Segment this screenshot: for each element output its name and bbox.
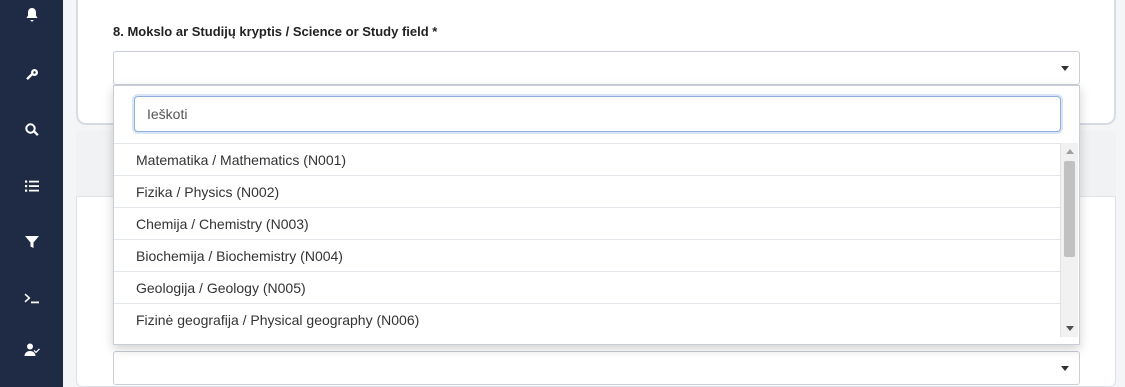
scroll-down-icon[interactable] — [1066, 326, 1074, 331]
scroll-thumb[interactable] — [1064, 161, 1075, 257]
list-item[interactable]: Fizika / Physics (N002) — [114, 175, 1062, 207]
chevron-down-icon — [1061, 366, 1069, 371]
list-item[interactable]: Fizinė geografija / Physical geography (… — [114, 303, 1062, 335]
list-item[interactable]: Geologija / Geology (N005) — [114, 271, 1062, 303]
study-field-select[interactable] — [113, 51, 1080, 85]
filter-icon[interactable] — [0, 222, 63, 262]
bell-icon[interactable] — [0, 0, 63, 30]
chevron-down-icon — [1061, 66, 1069, 71]
terminal-icon[interactable] — [0, 278, 63, 318]
select-dropdown: Matematika / Mathematics (N001) Fizika /… — [113, 85, 1080, 345]
list-item[interactable]: Chemija / Chemistry (N003) — [114, 207, 1062, 239]
secondary-select[interactable] — [113, 351, 1080, 385]
user-check-icon[interactable] — [0, 330, 63, 370]
sidebar — [0, 0, 63, 387]
list-icon[interactable] — [0, 166, 63, 206]
scroll-up-icon[interactable] — [1066, 149, 1074, 154]
key-icon[interactable] — [0, 55, 63, 95]
search-input[interactable] — [134, 96, 1061, 132]
list-item[interactable]: Matematika / Mathematics (N001) — [114, 143, 1062, 175]
options-list: Matematika / Mathematics (N001) Fizika /… — [114, 143, 1062, 337]
dropdown-search — [134, 96, 1061, 132]
dropdown-scrollbar[interactable] — [1060, 143, 1078, 337]
search-icon[interactable] — [0, 110, 63, 150]
field-label: 8. Mokslo ar Studijų kryptis / Science o… — [113, 24, 438, 39]
list-item[interactable]: Biochemija / Biochemistry (N004) — [114, 239, 1062, 271]
